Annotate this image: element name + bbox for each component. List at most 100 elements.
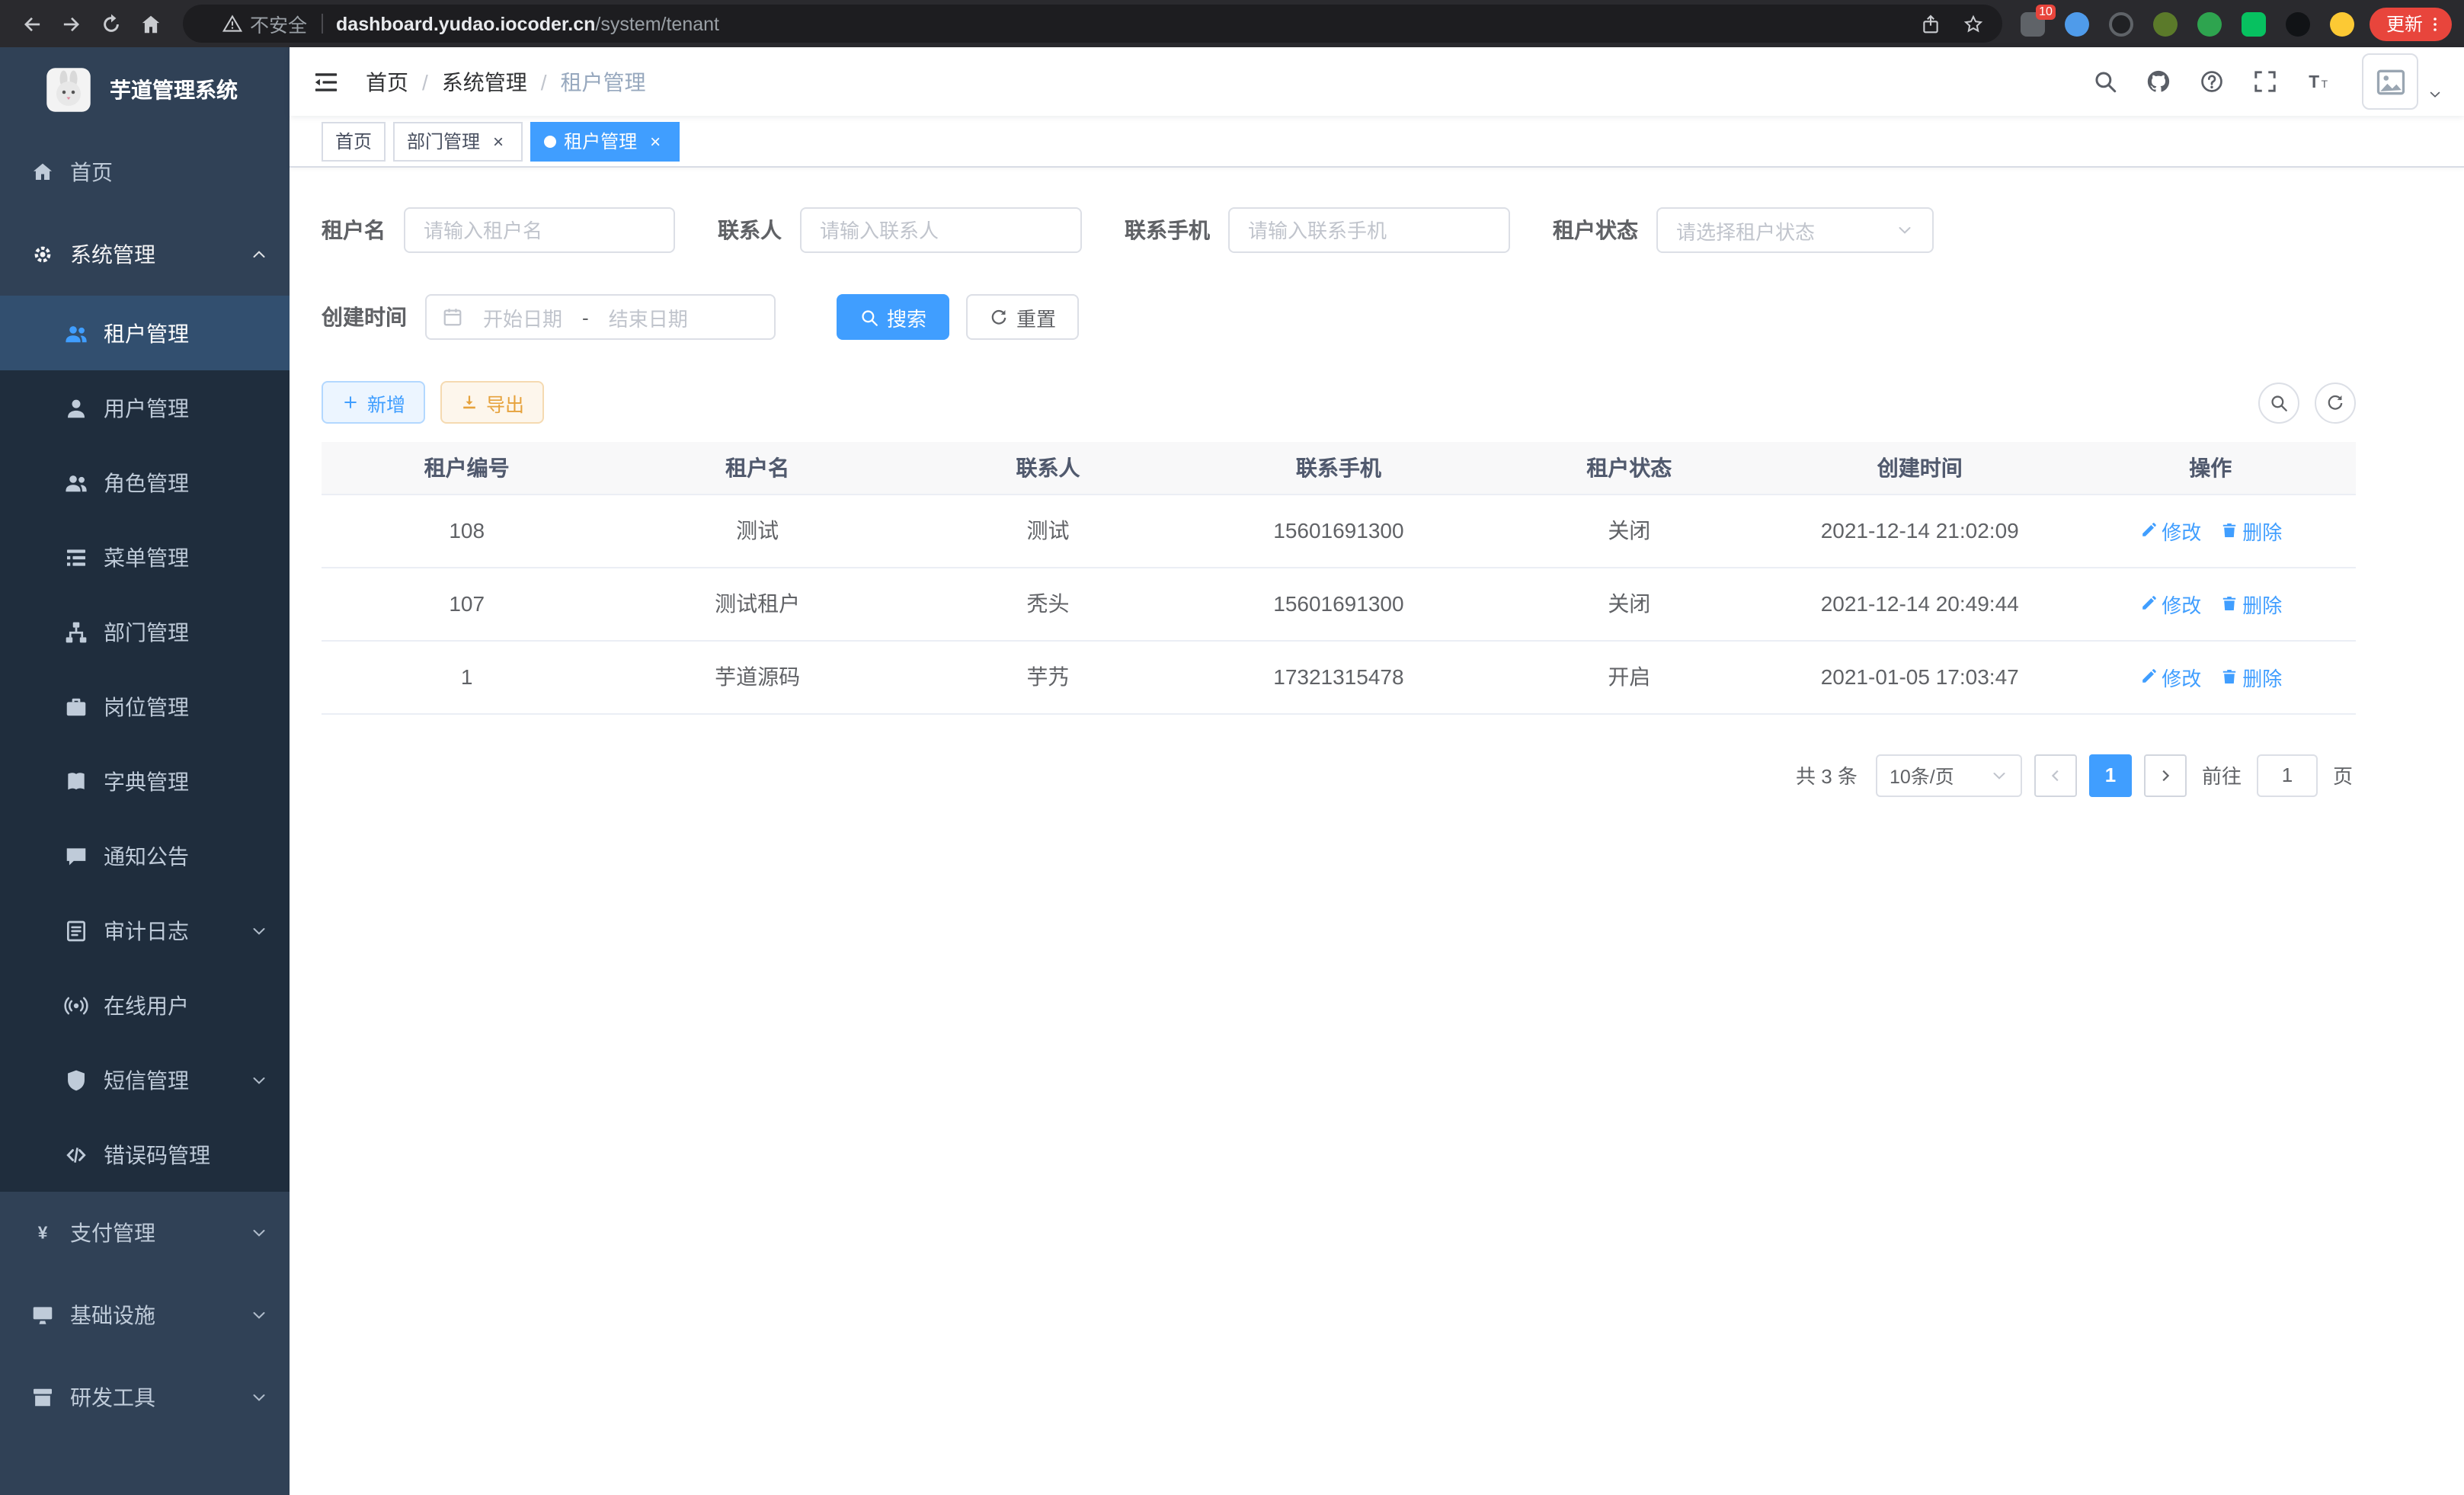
edit-icon bbox=[2139, 667, 2157, 686]
browser-update-button[interactable]: 更新 bbox=[2370, 7, 2452, 40]
sidebar-menu: 首页系统管理租户管理用户管理角色管理菜单管理部门管理岗位管理字典管理通知公告审计… bbox=[0, 131, 290, 1439]
sidebar-item-role-management[interactable]: 角色管理 bbox=[0, 445, 290, 520]
chevron-down-icon bbox=[250, 1388, 268, 1407]
export-button[interactable]: 导出 bbox=[440, 381, 544, 424]
screen: 不安全 dashboard.yudao.iocoder.cn /system/t… bbox=[0, 0, 2464, 1495]
online-icon bbox=[64, 993, 88, 1017]
table-row: 1芋道源码芋艿17321315478开启2021-01-05 17:03:47修… bbox=[322, 640, 2356, 713]
refresh-table-button[interactable] bbox=[2315, 382, 2356, 423]
cell-tenant-status: 关闭 bbox=[1484, 494, 1774, 567]
sidebar-item-dict-management[interactable]: 字典管理 bbox=[0, 744, 290, 818]
add-button[interactable]: 新增 bbox=[322, 381, 425, 424]
next-page-button[interactable] bbox=[2144, 754, 2187, 796]
sidebar-item-label: 角色管理 bbox=[104, 467, 189, 498]
del-button[interactable]: 删除 bbox=[2219, 589, 2282, 618]
tenant-table: 租户编号租户名联系人联系手机租户状态创建时间操作 108测试测试15601691… bbox=[322, 442, 2356, 714]
page-size-value: 10条/页 bbox=[1890, 760, 1954, 789]
sidebar-item-tenant-management[interactable]: 租户管理 bbox=[0, 296, 290, 370]
contact-phone-label: 联系手机 bbox=[1125, 215, 1210, 245]
extension-icon[interactable] bbox=[2286, 11, 2310, 36]
back-icon bbox=[20, 11, 44, 36]
sidebar-item-audit-log[interactable]: 审计日志 bbox=[0, 893, 290, 968]
edit-button[interactable]: 修改 bbox=[2139, 662, 2201, 691]
search-icon bbox=[2269, 392, 2289, 412]
sidebar-item-dev-tools[interactable]: 研发工具 bbox=[0, 1356, 290, 1439]
extension-icon[interactable] bbox=[2197, 11, 2222, 36]
sidebar-item-home[interactable]: 首页 bbox=[0, 131, 290, 213]
extension-icon[interactable] bbox=[2242, 11, 2266, 36]
sidebar-item-pay-management[interactable]: ¥支付管理 bbox=[0, 1192, 290, 1274]
log-icon bbox=[64, 918, 88, 943]
bookmark-star-icon[interactable] bbox=[1963, 13, 1984, 34]
prev-page-button[interactable] bbox=[2034, 754, 2077, 796]
page-1-button[interactable]: 1 bbox=[2089, 754, 2132, 796]
browser-address-bar[interactable]: 不安全 dashboard.yudao.iocoder.cn /system/t… bbox=[183, 5, 2002, 43]
browser-forward-button[interactable] bbox=[52, 4, 91, 43]
breadcrumb-home[interactable]: 首页 bbox=[366, 66, 408, 97]
page-size-select[interactable]: 10条/页 bbox=[1876, 754, 2022, 796]
browser-reload-button[interactable] bbox=[91, 4, 131, 43]
cell-tenant-id: 108 bbox=[322, 494, 612, 567]
github-icon[interactable] bbox=[2146, 69, 2171, 94]
sidebar-item-infrastructure[interactable]: 基础设施 bbox=[0, 1274, 290, 1356]
extension-icon[interactable] bbox=[2330, 11, 2354, 36]
tenant-name-input[interactable] bbox=[404, 207, 675, 253]
cell-create-time: 2021-12-14 21:02:09 bbox=[1774, 494, 2065, 567]
search-button[interactable]: 搜索 bbox=[837, 294, 949, 340]
security-warning[interactable]: 不安全 bbox=[201, 9, 307, 38]
sidebar-item-sms-management[interactable]: 短信管理 bbox=[0, 1042, 290, 1117]
toggle-search-button[interactable] bbox=[2258, 382, 2299, 423]
sidebar: 芋道管理系统 首页系统管理租户管理用户管理角色管理菜单管理部门管理岗位管理字典管… bbox=[0, 47, 290, 1495]
home-icon bbox=[139, 11, 163, 36]
close-icon[interactable]: × bbox=[645, 130, 666, 152]
header-search-icon[interactable] bbox=[2092, 69, 2118, 94]
reset-button[interactable]: 重置 bbox=[966, 294, 1079, 340]
sidebar-item-system-management[interactable]: 系统管理 bbox=[0, 213, 290, 296]
extension-icon[interactable] bbox=[2109, 11, 2133, 36]
sidebar-item-post-management[interactable]: 岗位管理 bbox=[0, 669, 290, 744]
contact-phone-input[interactable] bbox=[1228, 207, 1510, 253]
hamburger-icon bbox=[312, 68, 340, 95]
sidebar-item-error-code-management[interactable]: 错误码管理 bbox=[0, 1117, 290, 1192]
kebab-menu-icon[interactable] bbox=[2426, 14, 2444, 33]
extension-icon[interactable]: 10 bbox=[2021, 11, 2045, 36]
contact-input[interactable] bbox=[800, 207, 1082, 253]
del-button[interactable]: 删除 bbox=[2219, 516, 2282, 545]
sidebar-item-notice[interactable]: 通知公告 bbox=[0, 818, 290, 893]
tab-label: 首页 bbox=[335, 128, 372, 154]
tab-dept-management[interactable]: 部门管理× bbox=[393, 121, 523, 161]
close-icon[interactable]: × bbox=[488, 130, 509, 152]
cell-operations: 修改删除 bbox=[2065, 567, 2356, 640]
sidebar-item-dept-management[interactable]: 部门管理 bbox=[0, 594, 290, 669]
sidebar-item-label: 租户管理 bbox=[104, 318, 189, 348]
edit-button[interactable]: 修改 bbox=[2139, 589, 2201, 618]
del-button[interactable]: 删除 bbox=[2219, 662, 2282, 691]
sidebar-item-online-users[interactable]: 在线用户 bbox=[0, 968, 290, 1042]
sidebar-toggle-button[interactable] bbox=[290, 47, 363, 116]
table-toolbar: 新增 导出 bbox=[322, 381, 2356, 424]
share-icon[interactable] bbox=[1920, 13, 1941, 34]
sidebar-item-label: 审计日志 bbox=[104, 915, 189, 946]
goto-page-input[interactable] bbox=[2257, 754, 2318, 796]
extension-icon[interactable] bbox=[2065, 11, 2089, 36]
fullscreen-icon[interactable] bbox=[2252, 69, 2278, 94]
font-size-icon[interactable]: TT bbox=[2306, 69, 2331, 94]
help-icon[interactable] bbox=[2199, 69, 2225, 94]
browser-back-button[interactable] bbox=[12, 4, 52, 43]
sidebar-item-menu-management[interactable]: 菜单管理 bbox=[0, 520, 290, 594]
tab-tenant-management[interactable]: 租户管理× bbox=[530, 121, 680, 161]
extension-icon[interactable] bbox=[2153, 11, 2178, 36]
sidebar-item-user-management[interactable]: 用户管理 bbox=[0, 370, 290, 445]
tab-home[interactable]: 首页 bbox=[322, 121, 386, 161]
app-logo[interactable]: 芋道管理系统 bbox=[0, 47, 290, 131]
edit-button[interactable]: 修改 bbox=[2139, 516, 2201, 545]
breadcrumb-separator: / bbox=[422, 69, 428, 94]
user-menu[interactable] bbox=[2362, 53, 2443, 110]
tenant-status-select[interactable]: 请选择租户状态 bbox=[1656, 207, 1934, 253]
cell-contact: 测试 bbox=[903, 494, 1193, 567]
trash-icon bbox=[2219, 594, 2238, 613]
column-header: 操作 bbox=[2065, 442, 2356, 494]
browser-home-button[interactable] bbox=[131, 4, 171, 43]
create-time-label: 创建时间 bbox=[322, 302, 407, 332]
create-time-range-picker[interactable]: 开始日期 - 结束日期 bbox=[425, 294, 776, 340]
